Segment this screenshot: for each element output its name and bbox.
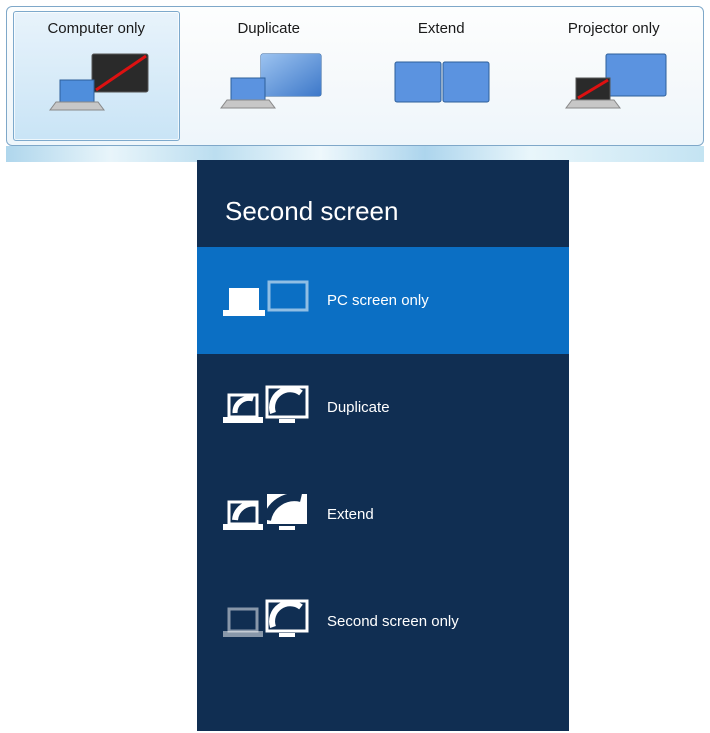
computer-only-icon	[14, 43, 179, 123]
panel-title: Second screen	[197, 160, 569, 247]
win8-option-label: Second screen only	[327, 613, 459, 630]
extend-icon	[223, 490, 309, 540]
win8-option-duplicate[interactable]: Duplicate	[197, 354, 569, 461]
duplicate-icon	[223, 383, 309, 433]
win8-option-label: Duplicate	[327, 399, 390, 416]
win8-option-label: PC screen only	[327, 292, 429, 309]
win8-option-extend[interactable]: Extend	[197, 461, 569, 568]
duplicate-icon	[187, 43, 352, 123]
pc-screen-only-icon	[223, 276, 309, 326]
win8-second-screen-panel: Second screen PC screen only	[197, 160, 569, 731]
second-screen-only-icon	[223, 597, 309, 647]
win7-option-projector-only[interactable]: Projector only	[531, 11, 698, 141]
win7-option-label: Projector only	[532, 20, 697, 37]
extend-icon	[359, 43, 524, 123]
win8-option-label: Extend	[327, 506, 374, 523]
win7-option-label: Computer only	[14, 20, 179, 37]
win7-option-label: Duplicate	[187, 20, 352, 37]
win7-option-duplicate[interactable]: Duplicate	[186, 11, 353, 141]
win7-option-computer-only[interactable]: Computer only	[13, 11, 180, 141]
win7-option-label: Extend	[359, 20, 524, 37]
win7-option-extend[interactable]: Extend	[358, 11, 525, 141]
win8-option-second-screen-only[interactable]: Second screen only	[197, 568, 569, 675]
win7-display-switcher: Computer only Duplicate	[6, 6, 704, 146]
win8-options-list: PC screen only Duplicate	[197, 247, 569, 675]
win8-option-pc-screen-only[interactable]: PC screen only	[197, 247, 569, 354]
projector-only-icon	[532, 43, 697, 123]
